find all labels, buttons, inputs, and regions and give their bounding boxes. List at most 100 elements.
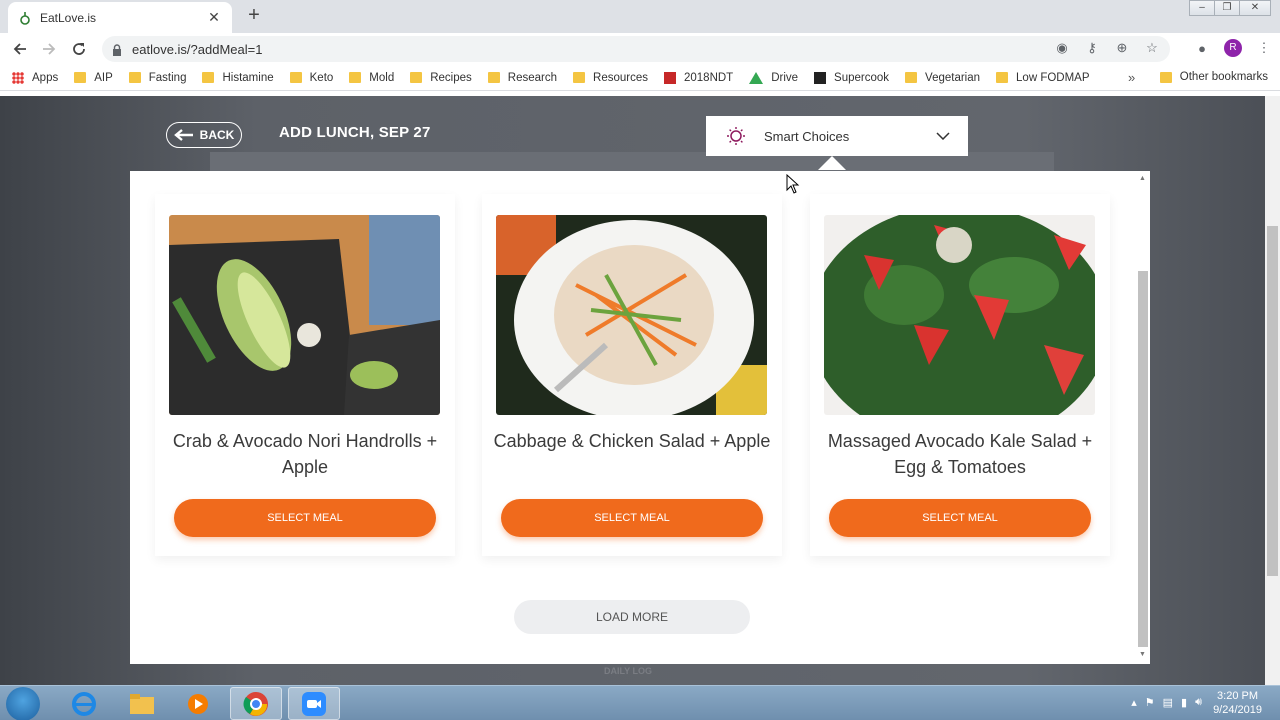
back-arrow-icon [173,129,193,141]
scroll-up-icon[interactable]: ▲ [1139,175,1146,182]
folder-icon [487,72,500,83]
load-more-button[interactable]: LOAD MORE [514,600,750,634]
menu-kebab-icon[interactable]: ⋮ [1256,40,1272,56]
bookmarks-bar: Apps AIP Fasting Histamine Keto Mold Rec… [0,65,1280,91]
zoom-taskbar-icon[interactable] [288,687,340,720]
page-scrollbar[interactable] [1265,96,1280,685]
extension-icon[interactable]: ● [1194,40,1210,56]
forward-arrow-icon[interactable] [34,34,64,64]
file-explorer-icon[interactable] [116,687,168,720]
browser-tab[interactable]: EatLove.is ✕ [8,2,232,33]
meal-title[interactable]: Crab & Avocado Nori Handrolls + Apple [161,428,449,480]
tray-expand-icon[interactable]: ▴ [1131,696,1137,709]
internet-explorer-icon[interactable] [58,687,110,720]
folder-icon [289,72,302,83]
network-status-icon[interactable]: ▤ [1163,696,1173,709]
browser-toolbar: eatlove.is/?addMeal=1 ◉ ⚷ ⊕ ☆ ● R ⋮ [0,33,1280,65]
meal-title[interactable]: Cabbage & Chicken Salad + Apple [488,428,776,454]
chevron-down-icon [936,132,950,140]
meal-image[interactable] [824,215,1095,415]
close-tab-icon[interactable]: ✕ [206,9,222,26]
scroll-down-icon[interactable]: ▼ [1139,651,1146,658]
bookmark-item[interactable]: Drive [749,71,798,84]
minimize-icon[interactable]: – [1189,0,1215,16]
bookmark-item[interactable]: Resources [573,72,648,84]
bookmark-item[interactable]: Vegetarian [905,72,980,84]
maximize-icon[interactable]: ❐ [1214,0,1240,16]
meal-image[interactable] [496,215,767,415]
folder-icon [74,72,87,83]
folder-icon [202,72,215,83]
bookmark-item[interactable]: Keto [289,72,333,84]
tab-title: EatLove.is [40,10,97,25]
profile-avatar[interactable]: R [1224,39,1242,57]
meal-title[interactable]: Massaged Avocado Kale Salad + Egg & Toma… [816,428,1104,480]
media-player-icon[interactable] [172,687,224,720]
signal-icon[interactable]: ▮ [1181,696,1187,709]
bookmark-item[interactable]: 2018NDT [663,71,733,84]
pdf-icon [663,71,676,84]
clock-date: 9/24/2019 [1213,704,1262,716]
system-tray: ▴ ⚑ ▤ ▮ 🔊︎ [1131,696,1202,709]
site-favicon-icon [18,11,32,25]
bookmark-item[interactable]: Research [487,72,557,84]
chrome-taskbar-icon[interactable] [230,687,282,720]
toolbar-right: ● R ⋮ [1194,39,1272,57]
panel-scrollbar[interactable]: ▲ ▼ [1135,171,1150,664]
select-meal-button[interactable]: SELECT MEAL [501,499,763,537]
select-meal-button[interactable]: SELECT MEAL [829,499,1091,537]
bookmark-item[interactable]: Recipes [410,72,472,84]
taskbar-clock[interactable]: 3:20 PM 9/24/2019 [1213,689,1262,717]
folder-icon [1159,71,1172,83]
close-window-icon[interactable]: ✕ [1239,0,1271,16]
clock-time: 3:20 PM [1217,690,1259,702]
back-button[interactable]: BACK [166,122,242,148]
bookmark-item[interactable]: Supercook [814,71,889,84]
flag-icon[interactable]: ⚑ [1145,696,1155,709]
meal-image[interactable] [169,215,440,415]
smart-choices-label: Smart Choices [764,128,850,144]
bookmark-item[interactable]: Mold [349,72,394,84]
page-scroll-thumb[interactable] [1267,226,1278,576]
reload-icon[interactable] [64,34,94,64]
windows-start-icon[interactable] [6,687,40,720]
volume-icon[interactable]: 🔊︎ [1195,696,1202,709]
more-bookmarks-icon[interactable]: » [1128,70,1135,85]
select-meal-button[interactable]: SELECT MEAL [174,499,436,537]
folder-icon [349,72,362,83]
key-icon[interactable]: ⚷ [1084,40,1100,56]
supercook-icon [814,71,827,84]
url-text: eatlove.is/?addMeal=1 [132,41,263,57]
window-controls: – ❐ ✕ [1189,0,1271,16]
meal-card: Massaged Avocado Kale Salad + Egg & Toma… [810,194,1110,556]
meal-card: Cabbage & Chicken Salad + Apple SELECT M… [482,194,782,556]
bookmark-item[interactable]: Low FODMAP [996,72,1090,84]
location-icon[interactable]: ◉ [1054,40,1070,56]
folder-icon [996,72,1009,83]
screen: EatLove.is ✕ + – ❐ ✕ eatlove.is/?addMeal… [0,0,1280,720]
omnibox-actions: ◉ ⚷ ⊕ ☆ [1054,40,1160,56]
new-tab-icon[interactable]: + [244,5,264,26]
back-arrow-icon[interactable] [5,34,35,64]
lightbulb-icon [727,127,745,145]
back-label: BACK [199,128,235,142]
bookmark-item[interactable]: Fasting [128,72,186,84]
star-icon[interactable]: ☆ [1144,40,1160,56]
daily-log-hint: DAILY LOG [604,666,653,676]
page-title: ADD LUNCH, SEP 27 [279,124,431,141]
folder-icon [573,72,586,83]
folder-icon [905,72,918,83]
bookmark-apps[interactable]: Apps [12,71,58,84]
add-circle-icon[interactable]: ⊕ [1114,40,1130,56]
bookmark-item[interactable]: Histamine [202,72,274,84]
lock-icon [112,43,122,56]
address-bar[interactable]: eatlove.is/?addMeal=1 ◉ ⚷ ⊕ ☆ [102,36,1170,62]
mouse-cursor-icon [786,174,800,194]
other-bookmarks[interactable]: Other bookmarks [1159,71,1268,83]
windows-taskbar: ▴ ⚑ ▤ ▮ 🔊︎ 3:20 PM 9/24/2019 [0,685,1280,720]
browser-tab-strip: EatLove.is ✕ + – ❐ ✕ [0,0,1280,33]
bookmark-item[interactable]: AIP [74,72,113,84]
meal-results-panel: Crab & Avocado Nori Handrolls + Apple SE… [130,171,1150,664]
smart-choices-dropdown[interactable]: Smart Choices [706,116,968,156]
panel-scroll-thumb[interactable] [1138,271,1148,647]
